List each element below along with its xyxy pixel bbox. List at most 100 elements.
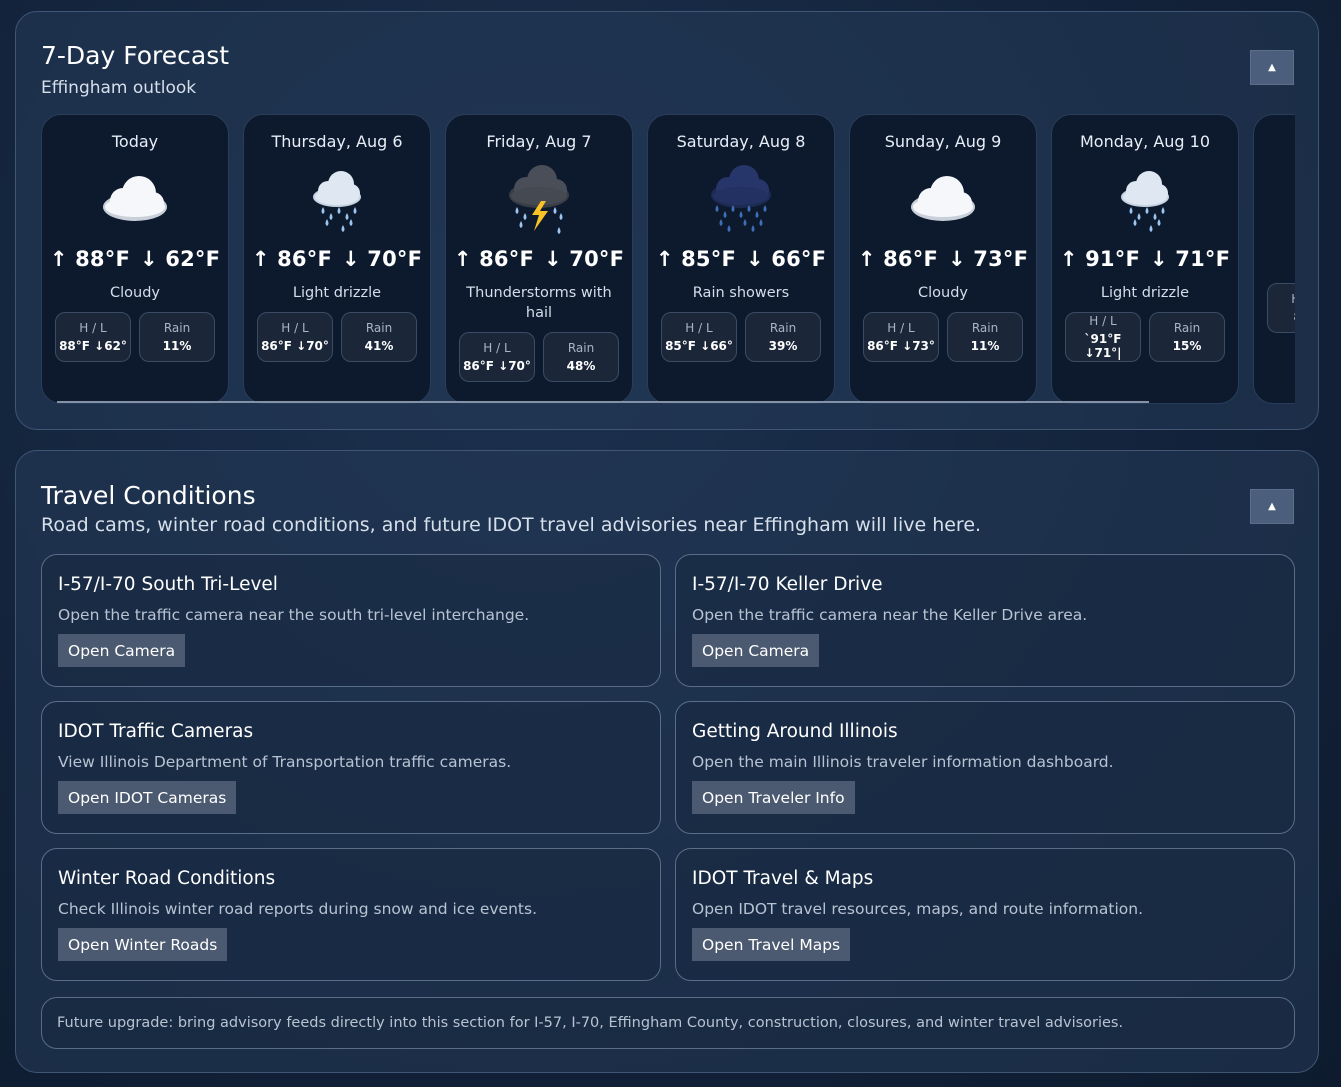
hl-label: H / L <box>1268 292 1295 306</box>
open-idot-cameras-button[interactable]: Open IDOT Cameras <box>58 781 237 814</box>
day-stats: H / L 85°F ↓66° Rain 39% <box>648 312 834 362</box>
day-name: Thursday, Aug 6 <box>271 132 403 151</box>
forecast-days-track: Today ↑ 88°F ↓ 62°F Cloudy H / L 88°F ↓62… <box>41 114 1295 404</box>
hl-label: H / L <box>79 321 107 335</box>
travel-panel: Travel Conditions Road cams, winter road… <box>15 450 1319 1073</box>
drizzle-icon <box>297 165 377 235</box>
rain-stat: Rain 15% <box>1149 312 1225 362</box>
travel-card-description: Open the main Illinois traveler informat… <box>692 753 1114 771</box>
low-temp: ↓ 70°F <box>342 247 423 271</box>
travel-card-title: Winter Road Conditions <box>58 868 276 889</box>
day-temps: ↑ 88°F ↓ 62°F <box>42 247 228 271</box>
forecast-panel: 7-Day Forecast Effingham outlook ▲ Today… <box>15 11 1319 430</box>
travel-card-description: Open IDOT travel resources, maps, and ro… <box>692 900 1144 918</box>
travel-title: Travel Conditions <box>41 481 256 510</box>
rain-value: 39% <box>768 339 798 353</box>
rain-stat: Rain 39% <box>745 312 821 362</box>
day-condition: Cloudy <box>110 285 160 301</box>
open-camera-button[interactable]: Open Camera <box>58 634 186 667</box>
hl-label: H / L <box>483 341 511 355</box>
day-stats: H / L 86°F ↓70° Rain 41% <box>244 312 430 362</box>
rain-value: 48% <box>566 359 596 373</box>
low-temp: ↓ 66°F <box>746 247 827 271</box>
travel-collapse-button[interactable]: ▲ <box>1250 489 1294 524</box>
hl-value: 86°F ↓70° <box>261 339 329 353</box>
rain-label: Rain <box>365 321 393 335</box>
open-traveler-info-button[interactable]: Open Traveler Info <box>692 781 855 814</box>
forecast-day-card: Saturday, Aug 8 ↑ 85°F ↓ 66°F Rain shower… <box>647 114 835 404</box>
day-name: Saturday, Aug 8 <box>676 132 806 151</box>
hl-stat: H / L 88°F ↓62° <box>55 312 131 362</box>
rain-stat: Rain 41% <box>341 312 417 362</box>
hl-stat: H / L 86°F ↓70° <box>257 312 333 362</box>
day-temps: ↑ 86°F ↓ 73°F <box>850 247 1036 271</box>
day-name: Monday, Aug 10 <box>1079 132 1211 151</box>
rain-showers-icon <box>701 165 781 235</box>
forecast-days-scroller[interactable]: Today ↑ 88°F ↓ 62°F Cloudy H / L 88°F ↓62… <box>41 114 1295 406</box>
hl-label: H / L <box>685 321 713 335</box>
forecast-collapse-button[interactable]: ▲ <box>1250 50 1294 85</box>
day-name: Friday, Aug 7 <box>486 132 592 151</box>
open-travel-maps-button[interactable]: Open Travel Maps <box>692 928 851 961</box>
forecast-day-card: Friday, Aug 7 ↑ 86°F ↓ 70°F Thunderstorms… <box>445 114 633 404</box>
low-temp: ↓ 70°F <box>544 247 625 271</box>
hl-value: `91°F ↓71°| <box>1084 332 1122 360</box>
day-temps: ↑ 86°F ↓ 70°F <box>446 247 632 271</box>
day-name: Sunday, Aug 9 <box>884 132 1002 151</box>
day-condition: Light drizzle <box>1100 285 1190 301</box>
travel-card-title: I-57/I-70 Keller Drive <box>692 574 883 595</box>
forecast-day-card: Monday, Aug 10 ↑ 91°F ↓ 71°F Light drizzl… <box>1051 114 1239 404</box>
hl-value: 88°F ↓62° <box>59 339 127 353</box>
travel-card-description: View Illinois Department of Transportati… <box>58 753 512 771</box>
hl-value: 86°F ↓73° <box>867 339 935 353</box>
day-temps: ↑ 86°F ↓ 70°F <box>244 247 430 271</box>
day-name: T <box>1254 132 1295 151</box>
forecast-day-card: Sunday, Aug 9 ↑ 86°F ↓ 73°F Cloudy H / L … <box>849 114 1037 404</box>
day-temps: ↑ 85°F ↓ 66°F <box>648 247 834 271</box>
travel-card-getting-around: Getting Around Illinois Open the main Il… <box>675 701 1295 834</box>
day-condition: Thunderstorms with hail <box>466 285 612 321</box>
travel-card-winter-roads: Winter Road Conditions Check Illinois wi… <box>41 848 661 981</box>
forecast-day-card: T ↑ H / L 88° Rain <box>1253 114 1295 404</box>
hl-stat: H / L 86°F ↓73° <box>863 312 939 362</box>
day-temps: ↑ <box>1254 247 1295 271</box>
rain-stat: Rain 11% <box>947 312 1023 362</box>
open-winter-roads-button[interactable]: Open Winter Roads <box>58 928 228 961</box>
travel-card-title: Getting Around Illinois <box>692 721 898 742</box>
rain-label: Rain <box>769 321 797 335</box>
hl-value: 86°F ↓70° <box>463 359 531 373</box>
day-stats: H / L 86°F ↓73° Rain 11% <box>850 312 1036 362</box>
high-temp: ↑ 86°F <box>251 247 332 271</box>
day-condition: Light drizzle <box>292 285 382 301</box>
thunderstorm-icon <box>499 165 579 235</box>
day-temps: ↑ 91°F ↓ 71°F <box>1052 247 1238 271</box>
hl-label: H / L <box>1089 314 1117 328</box>
high-temp: ↑ 86°F <box>857 247 938 271</box>
forecast-title: 7-Day Forecast <box>41 41 230 70</box>
hl-stat: H / L 88° <box>1267 283 1295 333</box>
day-stats: H / L `91°F ↓71°| Rain 15% <box>1052 312 1238 362</box>
forecast-subtitle: Effingham outlook <box>41 78 197 98</box>
open-camera-button[interactable]: Open Camera <box>692 634 820 667</box>
day-stats: H / L 86°F ↓70° Rain 48% <box>446 332 632 382</box>
low-temp: ↓ 62°F <box>140 247 221 271</box>
high-temp: ↑ 86°F <box>453 247 534 271</box>
travel-card-keller-drive: I-57/I-70 Keller Drive Open the traffic … <box>675 554 1295 687</box>
hl-label: H / L <box>887 321 915 335</box>
travel-card-description: Open the traffic camera near the south t… <box>58 606 530 624</box>
hl-stat: H / L `91°F ↓71°| <box>1065 312 1141 362</box>
day-condition: Cloudy <box>918 285 968 301</box>
drizzle-icon <box>1105 165 1185 235</box>
high-temp: ↑ 88°F <box>49 247 130 271</box>
day-condition: Rain showers <box>692 285 790 301</box>
high-temp: ↑ 85°F <box>655 247 736 271</box>
low-temp: ↓ 73°F <box>948 247 1029 271</box>
rain-label: Rain <box>163 321 191 335</box>
rain-value: 11% <box>162 339 192 353</box>
rain-label: Rain <box>1173 321 1201 335</box>
rain-stat: Rain 11% <box>139 312 215 362</box>
rain-value: 15% <box>1172 339 1202 353</box>
high-temp: ↑ 91°F <box>1059 247 1140 271</box>
forecast-scrollbar[interactable] <box>57 401 1149 403</box>
travel-card-idot-cameras: IDOT Traffic Cameras View Illinois Depar… <box>41 701 661 834</box>
